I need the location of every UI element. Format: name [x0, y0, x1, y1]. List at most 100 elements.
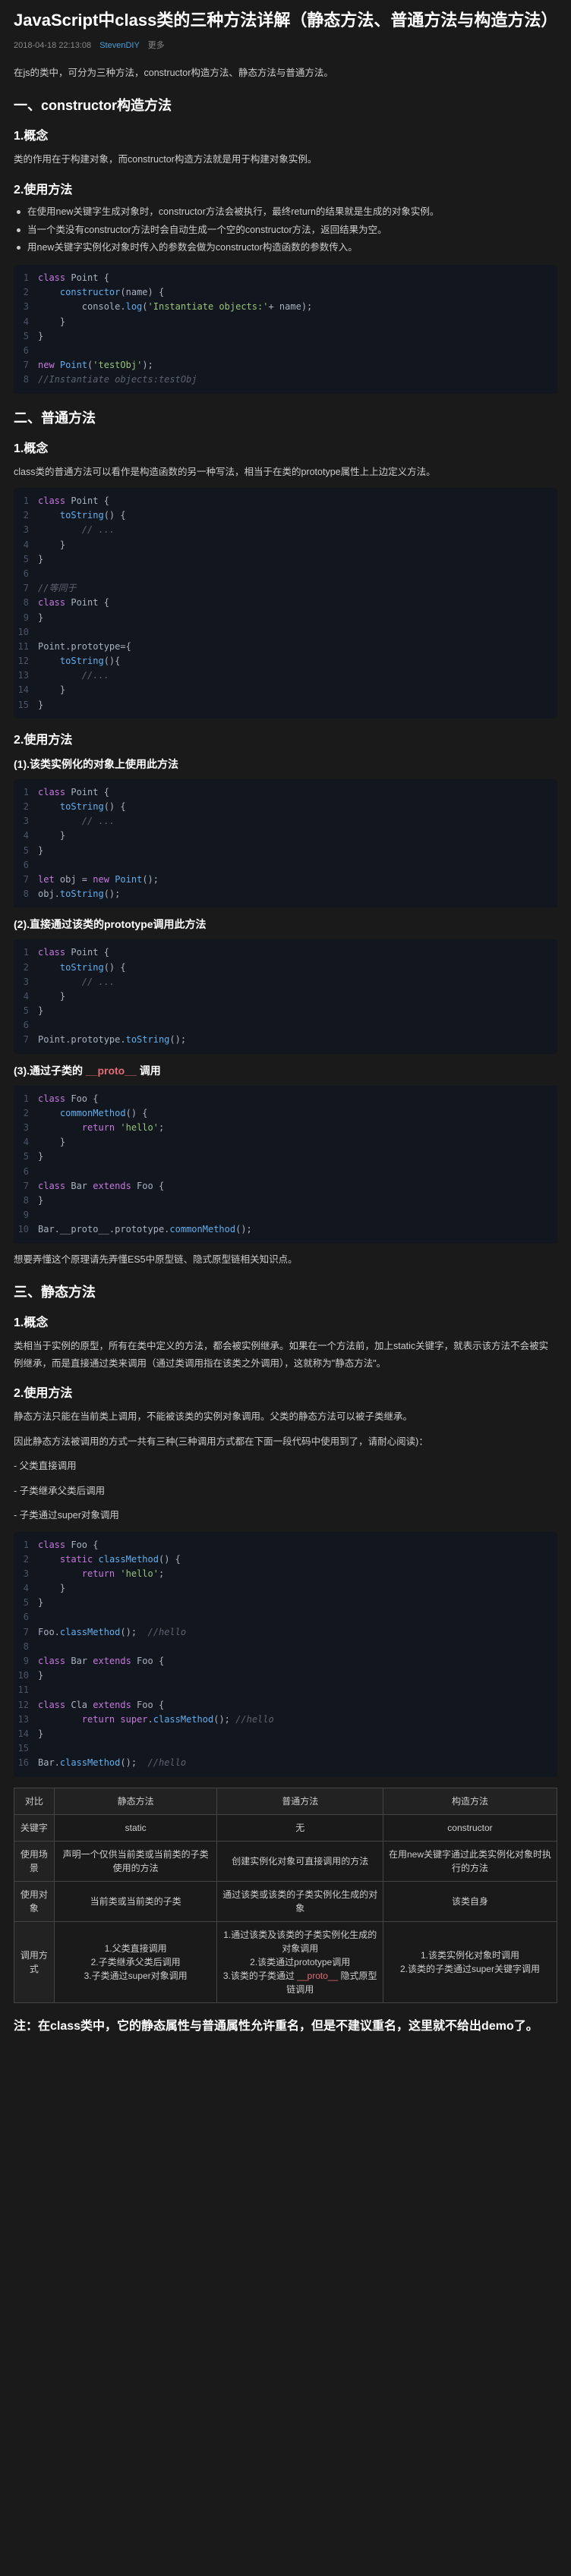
code-line: 3 console.log('Instantiate objects:'+ na… [14, 300, 557, 314]
table-row-header: 使用场景 [14, 1841, 55, 1881]
line-number: 12 [14, 1698, 38, 1713]
line-number: 14 [14, 683, 38, 697]
code-line: 1class Point { [14, 271, 557, 285]
code-line: 5} [14, 844, 557, 858]
code-line: 4 } [14, 538, 557, 552]
code-line: 8class Point { [14, 596, 557, 610]
line-number: 4 [14, 538, 38, 552]
code-content: class Point { [38, 785, 557, 800]
code-content: Foo.classMethod(); //hello [38, 1625, 557, 1640]
code-line: 15} [14, 698, 557, 712]
line-number: 12 [14, 654, 38, 668]
comparison-table: 对比静态方法普通方法构造方法 关键字static无constructor使用场景… [14, 1788, 557, 2003]
more-link[interactable]: 更多 [148, 41, 165, 50]
code-content: return 'hello'; [38, 1121, 557, 1135]
code-line: 1class Foo { [14, 1092, 557, 1106]
code-line: 5} [14, 1004, 557, 1018]
code-line: 1class Point { [14, 945, 557, 960]
code-content: } [38, 989, 557, 1004]
section-2-heading: 二、普通方法 [14, 407, 557, 427]
code-line: 12class Cla extends Foo { [14, 1698, 557, 1713]
s2-concept-text: class类的普通方法可以看作是构造函数的另一种写法，相当于在类的prototy… [14, 464, 557, 481]
line-number: 6 [14, 1610, 38, 1625]
code-content: constructor(name) { [38, 285, 557, 300]
table-row: 使用对象当前类或当前类的子类通过该类或该类的子类实例化生成的对象该类自身 [14, 1881, 557, 1921]
s2-usage-heading: 2.使用方法 [14, 729, 557, 747]
code-line: 13 return super.classMethod(); //hello [14, 1713, 557, 1727]
line-number: 7 [14, 358, 38, 373]
table-cell: 通过该类或该类的子类实例化生成的对象 [217, 1881, 383, 1921]
code-content: Point.prototype={ [38, 640, 557, 654]
code-content: class Point { [38, 596, 557, 610]
code-content: //等同于 [38, 581, 557, 596]
code-content: } [38, 329, 557, 344]
list-item: 当一个类没有constructor方法时会自动生成一个空的constructor… [27, 222, 557, 240]
final-note: 注：在class类中，它的静态属性与普通属性允许重名，但是不建议重名，这里就不给… [14, 2017, 557, 2037]
line-number: 15 [14, 698, 38, 712]
line-number: 3 [14, 1567, 38, 1581]
line-number: 1 [14, 271, 38, 285]
line-number: 8 [14, 373, 38, 387]
code-content: class Point { [38, 271, 557, 285]
code-line: 2 toString() { [14, 961, 557, 975]
line-number: 2 [14, 285, 38, 300]
code-content [38, 344, 557, 358]
line-number: 8 [14, 1194, 38, 1208]
line-number: 13 [14, 1713, 38, 1727]
code-line: 1class Point { [14, 785, 557, 800]
line-number: 7 [14, 873, 38, 887]
intro-text: 在js的类中，可分为三种方法，constructor构造方法、静态方法与普通方法… [14, 64, 557, 82]
code-content: } [38, 552, 557, 567]
code-line: 3 return 'hello'; [14, 1567, 557, 1581]
section-3-heading: 三、静态方法 [14, 1282, 557, 1301]
table-header-cell: 构造方法 [383, 1788, 557, 1814]
line-number: 10 [14, 1222, 38, 1237]
s2-usage-3-heading: (3).通过子类的 __proto__ 调用 [14, 1063, 557, 1078]
code-line: 3 // ... [14, 975, 557, 989]
code-line: 11 [14, 1683, 557, 1697]
code-content [38, 858, 557, 873]
code-content: } [38, 611, 557, 625]
code-line: 4 } [14, 1581, 557, 1596]
line-number: 14 [14, 1727, 38, 1741]
s2-usage-2-heading: (2).直接通过该类的prototype调用此方法 [14, 917, 557, 932]
code-content: } [38, 1727, 557, 1741]
code-content: } [38, 315, 557, 329]
table-cell: 无 [217, 1814, 383, 1841]
table-cell: 该类自身 [383, 1881, 557, 1921]
line-number: 2 [14, 1552, 38, 1567]
code-content: obj.toString(); [38, 887, 557, 901]
code-content: class Foo { [38, 1538, 557, 1552]
code-block-4: 1class Point {2 toString() {3 // ...4 }5… [14, 939, 557, 1053]
s3-concept-heading: 1.概念 [14, 1312, 557, 1330]
code-content: } [38, 1581, 557, 1596]
line-number: 13 [14, 668, 38, 683]
code-content [38, 1741, 557, 1756]
line-number: 1 [14, 494, 38, 508]
code-content: class Bar extends Foo { [38, 1654, 557, 1669]
code-content: } [38, 698, 557, 712]
table-row: 关键字static无constructor [14, 1814, 557, 1841]
code-block-3: 1class Point {2 toString() {3 // ...4 }5… [14, 779, 557, 908]
line-number: 2 [14, 800, 38, 814]
code-content [38, 1208, 557, 1222]
code-block-1: 1class Point {2 constructor(name) {3 con… [14, 265, 557, 394]
table-cell: static [54, 1814, 217, 1841]
author-link[interactable]: StevenDIY [99, 41, 139, 50]
code-content: Point.prototype.toString(); [38, 1033, 557, 1047]
line-number: 16 [14, 1756, 38, 1770]
section-1-heading: 一、constructor构造方法 [14, 95, 557, 115]
line-number: 9 [14, 1654, 38, 1669]
line-number: 5 [14, 329, 38, 344]
code-content: } [38, 1669, 557, 1683]
table-cell: 1.父类直接调用2.子类继承父类后调用3.子类通过super对象调用 [54, 1921, 217, 2002]
code-line: 7Foo.classMethod(); //hello [14, 1625, 557, 1640]
line-number: 1 [14, 1092, 38, 1106]
code-line: 2 static classMethod() { [14, 1552, 557, 1567]
s3-usage-p2: 因此静态方法被调用的方式一共有三种(三种调用方式都在下面一段代码中使用到了，请耐… [14, 1433, 557, 1451]
line-number: 9 [14, 1208, 38, 1222]
code-line: 14} [14, 1727, 557, 1741]
table-cell: 当前类或当前类的子类 [54, 1881, 217, 1921]
line-number: 2 [14, 961, 38, 975]
code-line: 9 [14, 1208, 557, 1222]
